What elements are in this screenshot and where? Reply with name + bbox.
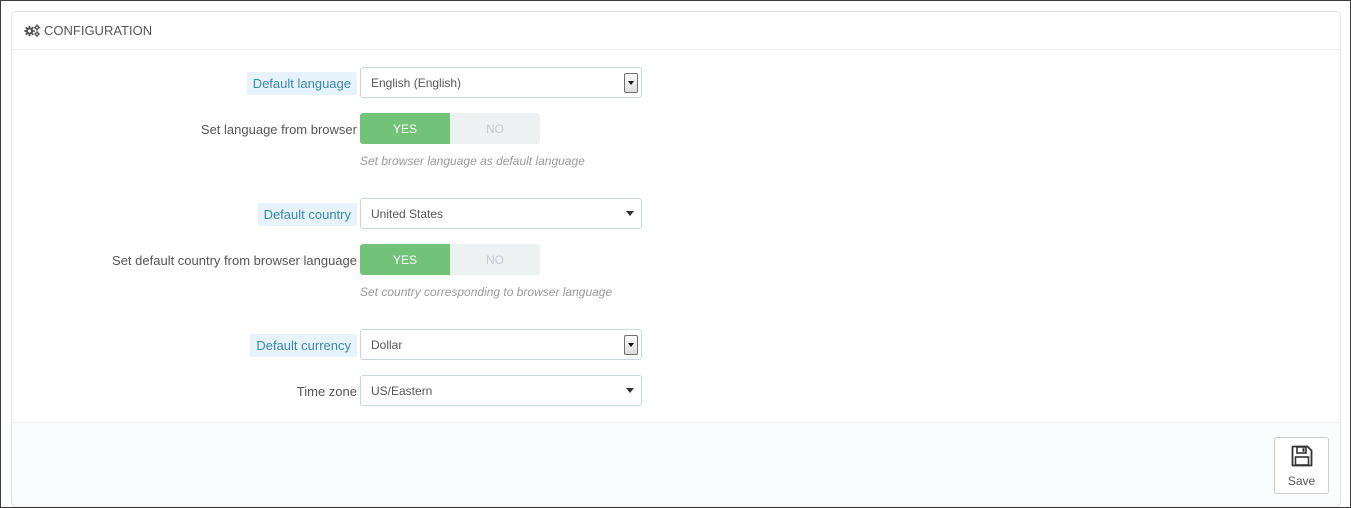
form-row-default-country: Default country United States [12,198,1340,231]
dropdown-arrow-button[interactable] [624,73,638,93]
floppy-disk-icon [1290,444,1314,471]
form-row-country-from-browser: Set default country from browser languag… [12,244,1340,277]
language-from-browser-switch[interactable]: YES NO [360,113,540,144]
cogs-icon [24,24,41,37]
caret-down-icon [626,388,634,393]
label-wrap: Time zone [297,375,357,408]
dropdown-arrow-button[interactable] [624,335,638,355]
default-currency-value: Dollar [371,337,403,352]
default-language-select[interactable]: English (English) [360,67,642,98]
window-frame: CONFIGURATION Default language English (… [0,0,1351,508]
time-zone-value: US/Eastern [371,383,433,398]
panel-title: CONFIGURATION [44,23,153,38]
label-wrap: Default country [257,198,357,231]
label-wrap: Set default country from browser languag… [112,244,357,277]
default-country-select[interactable]: United States [360,198,642,229]
panel-footer: Save [12,422,1340,506]
default-country-label: Default country [257,203,357,226]
time-zone-select[interactable]: US/Eastern [360,375,642,406]
default-currency-select[interactable]: Dollar [360,329,642,360]
label-wrap: Default language [246,67,357,100]
chevron-down-icon [628,81,634,85]
switch-no-option[interactable]: NO [450,244,540,275]
default-language-value: English (English) [371,75,462,90]
default-country-value: United States [371,206,444,221]
form-row-default-language: Default language English (English) [12,67,1340,100]
label-wrap: Default currency [250,329,357,362]
switch-no-option[interactable]: NO [450,113,540,144]
save-button[interactable]: Save [1274,437,1329,494]
switch-yes-option[interactable]: YES [360,113,450,144]
caret-down-icon [626,211,634,216]
form-row-time-zone: Time zone US/Eastern [12,375,1340,408]
chevron-down-icon [628,343,634,347]
label-wrap: Set language from browser [201,113,357,146]
country-from-browser-switch[interactable]: YES NO [360,244,540,275]
language-from-browser-help: Set browser language as default language [360,154,585,168]
panel-heading: CONFIGURATION [12,12,1340,50]
time-zone-label: Time zone [296,384,357,399]
switch-yes-option[interactable]: YES [360,244,450,275]
configuration-panel: CONFIGURATION Default language English (… [11,11,1341,506]
country-from-browser-label: Set default country from browser languag… [112,253,357,268]
default-currency-label: Default currency [250,334,357,357]
save-button-label: Save [1287,474,1316,488]
language-from-browser-label: Set language from browser [200,122,357,137]
form-row-language-from-browser: Set language from browser YES NO [12,113,1340,146]
default-language-label: Default language [246,72,357,95]
form-row-default-currency: Default currency Dollar [12,329,1340,362]
country-from-browser-help: Set country corresponding to browser lan… [360,285,613,299]
